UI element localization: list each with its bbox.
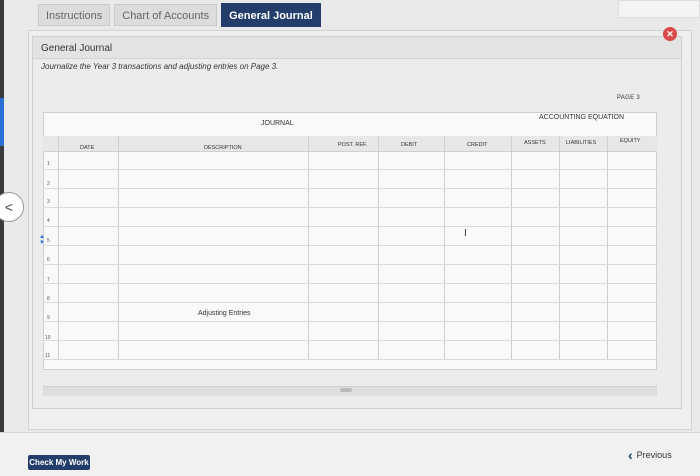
tab-bar: Instructions Chart of Accounts General J… <box>38 3 321 28</box>
check-my-work-button[interactable]: Check My Work <box>28 455 90 470</box>
grid-row-line <box>43 245 657 246</box>
grid-row-line <box>43 321 657 322</box>
top-right-box <box>618 0 700 18</box>
journal-title: JOURNAL <box>261 120 294 127</box>
tab-instructions[interactable]: Instructions <box>38 4 111 26</box>
grid-row-line <box>43 264 657 265</box>
column-description: DESCRIPTION <box>204 145 242 151</box>
row-number: 7 <box>47 277 50 283</box>
row-number: 9 <box>47 315 50 321</box>
panel-title: General Journal <box>41 43 113 54</box>
footer-bar <box>0 432 700 476</box>
column-assets: ASSETS <box>524 140 546 146</box>
grid-row-line <box>43 226 657 227</box>
previous-label: Previous <box>636 450 672 460</box>
grid-row-line <box>43 302 657 303</box>
previous-button[interactable]: ‹ Previous <box>628 447 672 463</box>
tab-general-journal[interactable]: General Journal <box>221 3 321 27</box>
page-label: PAGE 3 <box>617 95 641 101</box>
left-edge-highlight <box>0 98 4 146</box>
row-number: 1 <box>47 161 50 167</box>
grid-row-line <box>43 359 657 360</box>
column-debit: DEBIT <box>401 142 418 148</box>
column-credit: CREDIT <box>467 142 488 148</box>
chevron-left-icon: ‹ <box>628 447 633 463</box>
row-number: 5 <box>47 238 50 244</box>
row-number: 6 <box>47 257 50 263</box>
column-equity: EQUITY <box>620 138 641 144</box>
row-number: 8 <box>47 296 50 302</box>
accounting-equation-title: ACCOUNTING EQUATION <box>539 114 625 121</box>
tab-chart-of-accounts[interactable]: Chart of Accounts <box>114 4 218 26</box>
row-number: 11 <box>45 353 51 359</box>
column-date: DATE <box>80 145 95 151</box>
chevron-left-icon[interactable]: < <box>0 192 24 222</box>
column-post-ref: POST. REF. <box>338 142 368 148</box>
grid-row-line <box>43 283 657 284</box>
panel-header <box>33 37 681 59</box>
adjusting-entries-label: Adjusting Entries <box>198 310 251 317</box>
close-icon[interactable]: ✕ <box>663 27 677 41</box>
row-number: 3 <box>47 199 50 205</box>
grid-row-line <box>43 169 657 170</box>
column-liabilities: LIABILITIES <box>566 140 597 146</box>
row-number: 4 <box>47 218 50 224</box>
text-cursor-icon: I <box>464 228 467 239</box>
scrollbar-thumb[interactable] <box>340 388 352 392</box>
instruction-text: Journalize the Year 3 transactions and a… <box>41 62 279 71</box>
row-stepper-icon[interactable]: ▲ ▼ <box>39 234 45 246</box>
row-number: 10 <box>45 335 51 341</box>
grid-row-line <box>43 207 657 208</box>
row-number: 2 <box>47 181 50 187</box>
grid-row-line <box>43 340 657 341</box>
left-edge-stripe <box>0 0 4 476</box>
grid-row-line <box>43 188 657 189</box>
